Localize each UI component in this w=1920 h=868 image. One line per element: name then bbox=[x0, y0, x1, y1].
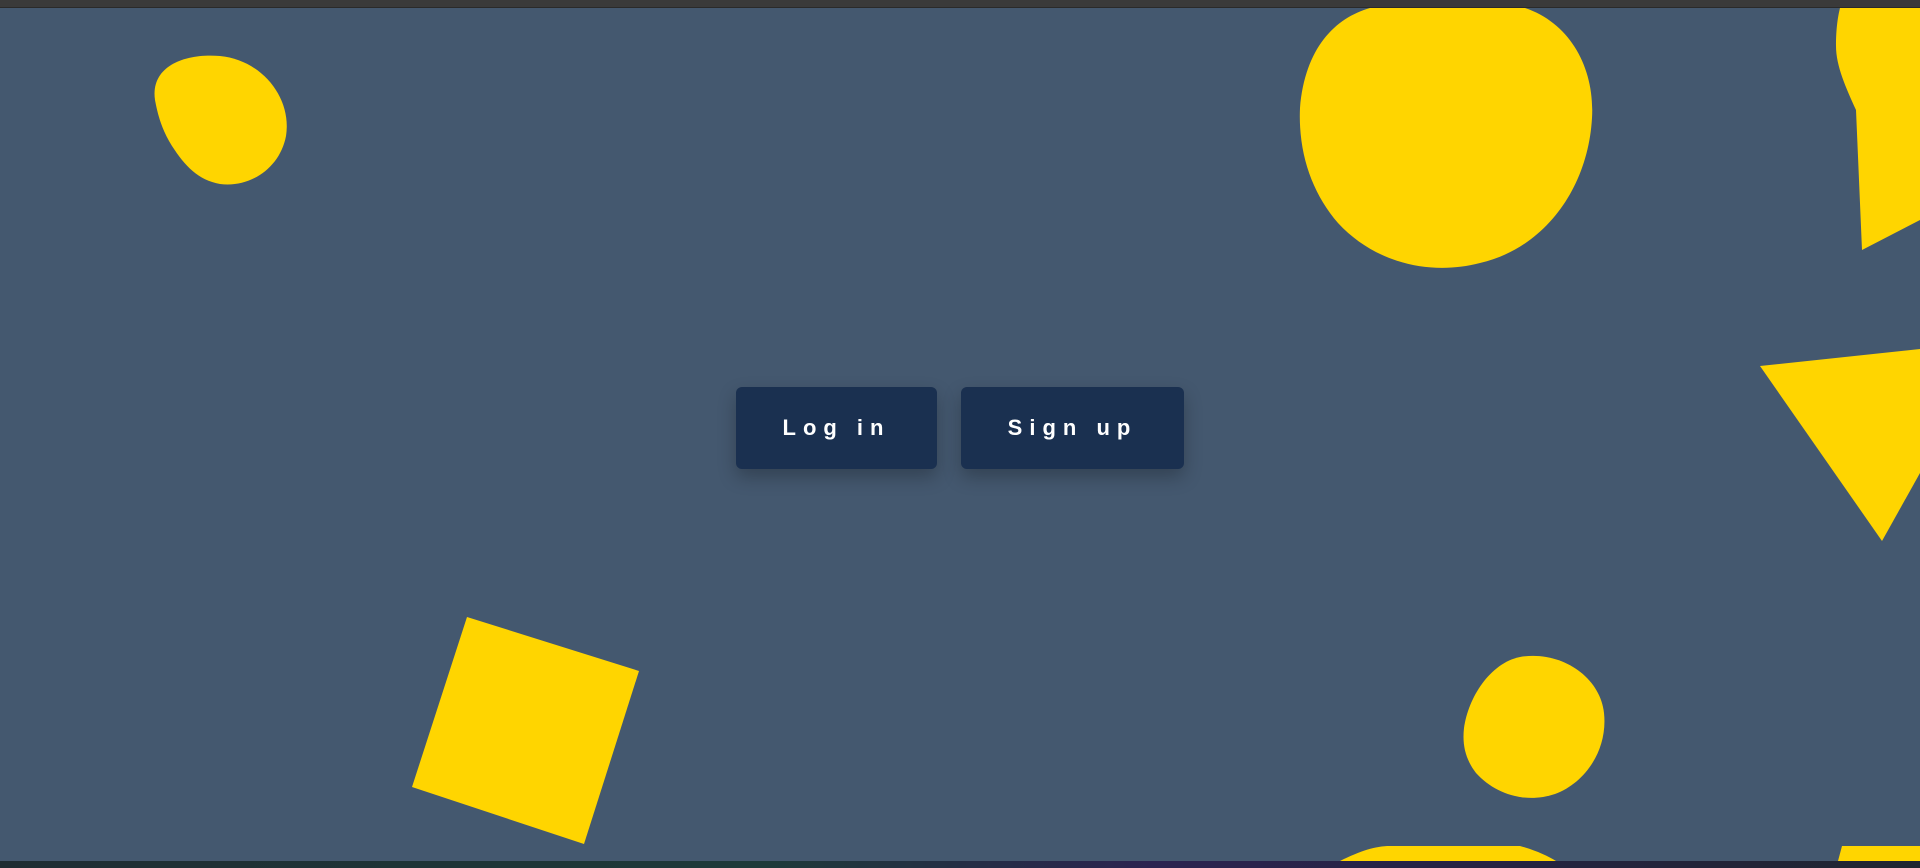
square-shape-bottom-left bbox=[412, 617, 639, 844]
window-top-bar bbox=[0, 0, 1920, 8]
triangle-shape-right bbox=[1760, 349, 1920, 541]
blob-shape-bottom-center bbox=[1340, 846, 1556, 861]
window-bottom-bar bbox=[0, 861, 1920, 868]
login-button[interactable]: Log in bbox=[736, 387, 937, 469]
auth-button-group: Log in Sign up bbox=[736, 387, 1184, 469]
triangle-shape-bottom-right bbox=[1838, 846, 1920, 861]
blob-shape-top-left bbox=[154, 55, 287, 185]
blob-shape-top-center bbox=[1299, 8, 1593, 268]
signup-button[interactable]: Sign up bbox=[961, 387, 1184, 469]
blob-shape-top-right bbox=[1836, 8, 1920, 250]
blob-shape-bottom-right bbox=[1463, 655, 1605, 798]
